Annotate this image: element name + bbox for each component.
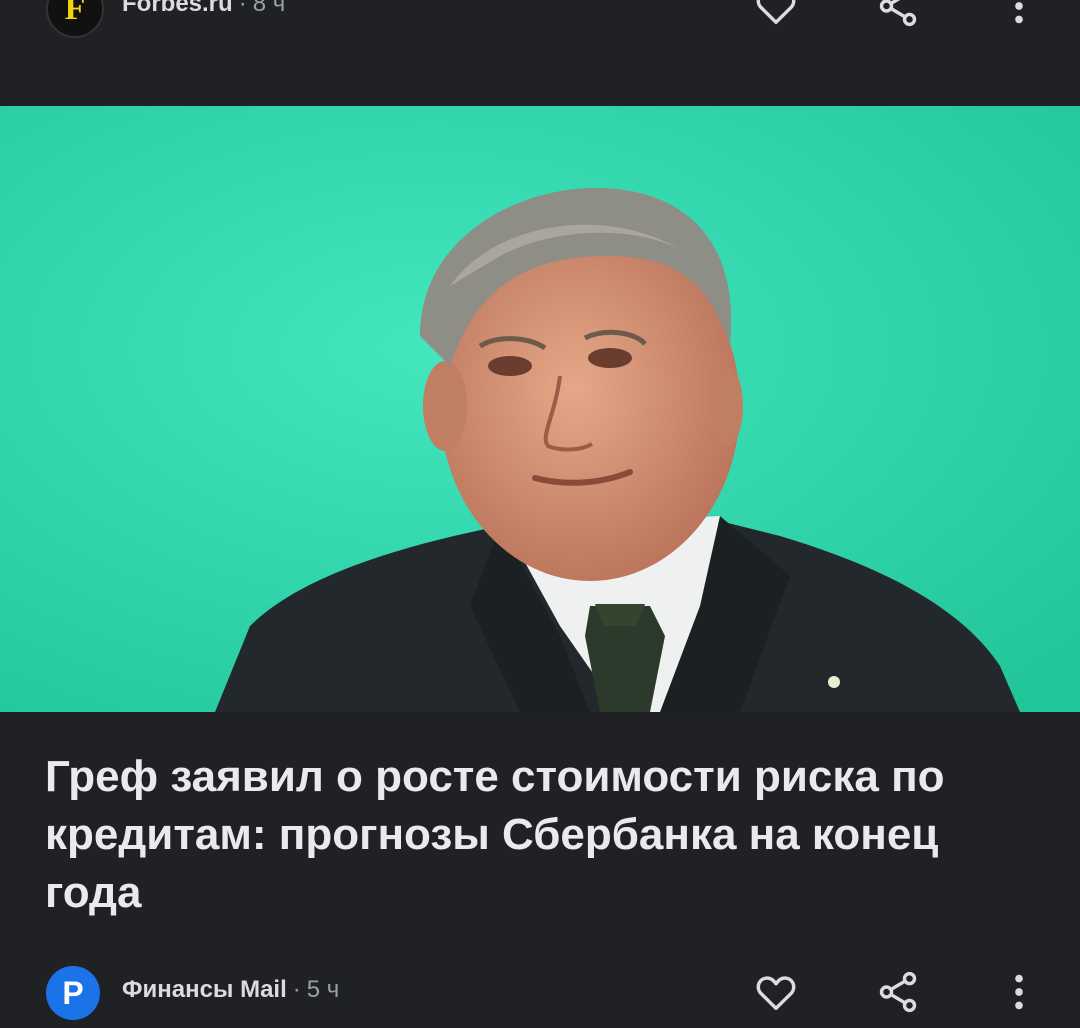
article-headline[interactable]: Греф заявил о росте стоимости риска по к… (45, 748, 1035, 922)
more-vert-icon (1015, 974, 1023, 1010)
article-image[interactable] (0, 106, 1080, 712)
separator-dot: · (292, 976, 301, 1003)
more-options-button[interactable] (991, 0, 1047, 34)
forbes-avatar[interactable]: F (46, 0, 104, 38)
finance-mail-avatar[interactable]: Р (46, 966, 100, 1020)
source-name[interactable]: Финансы Mail (122, 976, 287, 1003)
share-icon (879, 971, 917, 1013)
like-button[interactable] (748, 0, 804, 34)
portrait-illustration (0, 106, 1080, 712)
previous-card-footer: F Forbes.ru · 8 ч (0, 0, 1080, 106)
publish-time: 8 ч (252, 0, 286, 17)
share-button[interactable] (870, 964, 926, 1020)
more-options-button[interactable] (991, 964, 1047, 1020)
share-button[interactable] (870, 0, 926, 34)
separator-dot: · (238, 0, 247, 17)
source-row-forbes: F Forbes.ru · 8 ч (0, 0, 1080, 42)
heart-icon (756, 0, 796, 25)
source-info[interactable]: Forbes.ru · 8 ч (122, 0, 285, 18)
share-icon (879, 0, 917, 27)
more-vert-icon (1015, 2, 1023, 24)
publish-time: 5 ч (306, 976, 340, 1003)
source-info[interactable]: Финансы Mail · 5 ч (122, 976, 339, 1004)
source-name[interactable]: Forbes.ru (122, 0, 233, 17)
heart-icon (756, 976, 796, 1011)
like-button[interactable] (748, 964, 804, 1020)
source-row-finance-mail: Р Финансы Mail · 5 ч (0, 948, 1080, 1028)
